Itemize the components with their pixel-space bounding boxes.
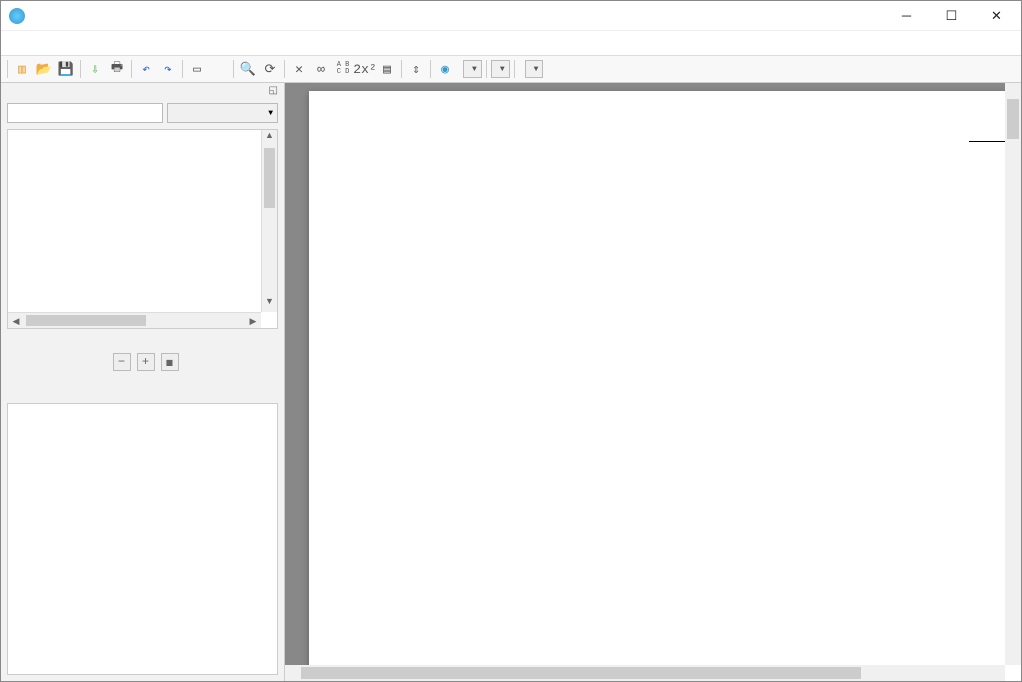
scroll-down-icon[interactable]: ▼: [262, 296, 277, 312]
menu-kuta-works[interactable]: [115, 41, 135, 45]
undo-icon[interactable]: ↶: [136, 59, 156, 79]
save-icon[interactable]: 💾: [56, 59, 76, 79]
math-icon[interactable]: 2x²: [355, 59, 375, 79]
zoom-in-icon[interactable]: 🔍: [238, 59, 258, 79]
sort-dropdown[interactable]: ▼: [167, 103, 278, 123]
menu-modify[interactable]: [71, 41, 91, 45]
question-sets-label: [1, 395, 284, 403]
document-page: [309, 91, 1021, 681]
canvas-hscrollbar[interactable]: [285, 665, 1005, 681]
number-icon[interactable]: [209, 59, 229, 79]
menubar: [1, 31, 1021, 55]
menu-utilities[interactable]: [93, 41, 113, 45]
export-icon[interactable]: ⇩: [85, 59, 105, 79]
menu-edit[interactable]: [27, 41, 47, 45]
chevron-down-icon: ▼: [500, 65, 505, 74]
scroll-left-icon[interactable]: ◀: [8, 313, 24, 328]
topic-tree[interactable]: ▲ ▼ ◀ ▶: [7, 129, 278, 329]
menu-view[interactable]: [49, 41, 69, 45]
panel-popout-icon[interactable]: ◱: [269, 85, 278, 96]
tree-hscrollbar[interactable]: ◀ ▶: [8, 312, 261, 328]
shuffle-icon[interactable]: ✕: [289, 59, 309, 79]
redo-icon[interactable]: ↷: [158, 59, 178, 79]
scroll-right-icon[interactable]: ▶: [245, 313, 261, 328]
canvas-vscrollbar[interactable]: [1005, 83, 1021, 665]
chart-icon[interactable]: ▤: [377, 59, 397, 79]
chevron-down-icon: ▼: [472, 65, 477, 74]
page-icon[interactable]: ▭: [187, 59, 207, 79]
zoom-dropdown[interactable]: ▼: [463, 60, 482, 78]
menu-help[interactable]: [137, 41, 157, 45]
chevron-down-icon: ▼: [268, 109, 273, 118]
columns-dropdown[interactable]: ▼: [525, 60, 544, 78]
scroll-up-icon[interactable]: ▲: [262, 130, 277, 146]
filter-input[interactable]: [7, 103, 163, 123]
open-icon[interactable]: 📂: [34, 59, 54, 79]
document-canvas[interactable]: [285, 83, 1021, 681]
menu-file[interactable]: [5, 41, 25, 45]
decrease-button[interactable]: −: [113, 353, 131, 371]
print-icon[interactable]: 🖶: [107, 59, 127, 79]
spacing-icon[interactable]: ⇕: [406, 59, 426, 79]
minimize-button[interactable]: ─: [884, 2, 929, 30]
chevron-down-icon: ▼: [534, 65, 539, 74]
close-button[interactable]: ✕: [974, 2, 1019, 30]
desired-length-dropdown[interactable]: ▼: [491, 60, 510, 78]
titlebar: ─ ☐ ✕: [1, 1, 1021, 31]
tree-vscrollbar[interactable]: ▲ ▼: [261, 130, 277, 312]
maximize-button[interactable]: ☐: [929, 2, 974, 30]
link-icon[interactable]: ∞: [311, 59, 331, 79]
increase-button[interactable]: +: [137, 353, 155, 371]
scroll-thumb[interactable]: [1007, 99, 1019, 139]
scroll-thumb[interactable]: [264, 148, 275, 208]
question-sets-list[interactable]: [7, 403, 278, 675]
sidebar: ◱ ▼ ▲ ▼ ◀ ▶ −: [1, 83, 285, 681]
scroll-thumb[interactable]: [26, 315, 146, 326]
scroll-thumb[interactable]: [301, 667, 861, 679]
new-icon[interactable]: ▥: [12, 59, 32, 79]
abcd-icon[interactable]: A BC D: [333, 59, 353, 79]
stop-button[interactable]: ◼: [161, 353, 179, 371]
regen-icon[interactable]: ⟳: [260, 59, 280, 79]
app-icon: [9, 8, 25, 24]
help-icon[interactable]: ◉: [435, 59, 455, 79]
toolbar: ▥ 📂 💾 ⇩ 🖶 ↶ ↷ ▭ 🔍 ⟳ ✕ ∞ A BC D 2x² ▤ ⇕ ◉…: [1, 55, 1021, 83]
